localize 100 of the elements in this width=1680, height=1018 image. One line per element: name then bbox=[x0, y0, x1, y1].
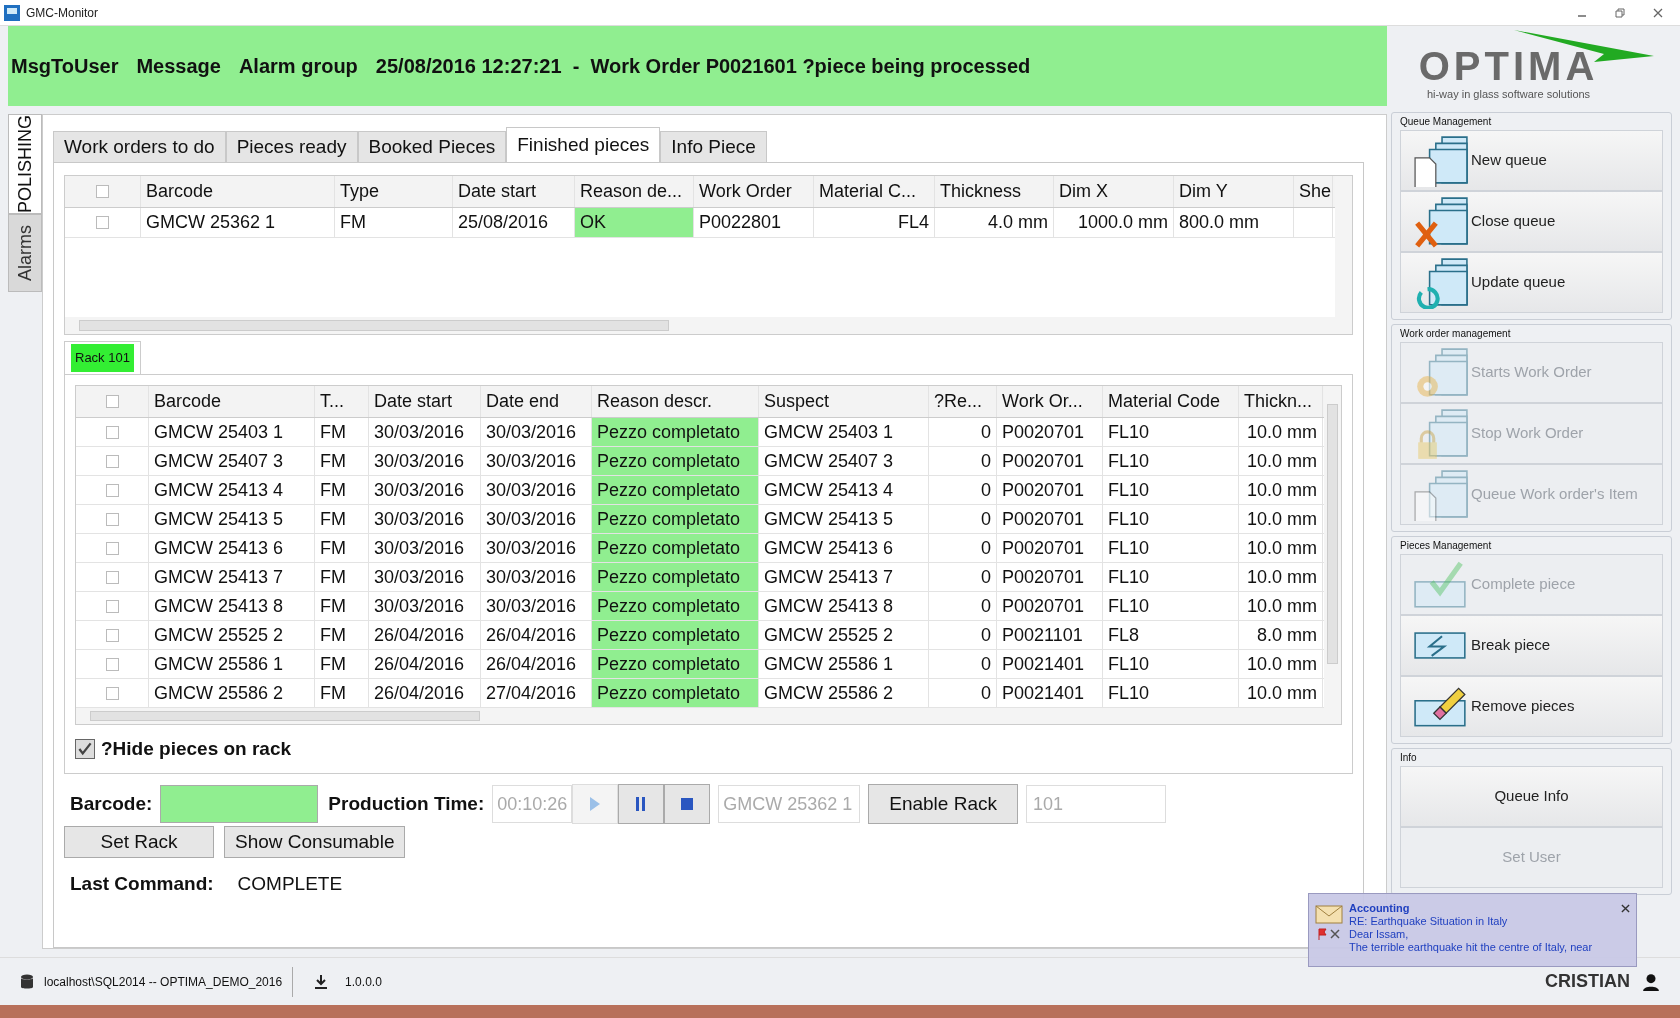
vertical-scrollbar[interactable] bbox=[1335, 176, 1352, 317]
table-cell: 30/03/2016 bbox=[369, 476, 481, 504]
pause-icon bbox=[636, 797, 647, 811]
table-cell: GMCW 25403 1 bbox=[759, 418, 929, 446]
app-icon bbox=[4, 4, 20, 21]
table-cell: FL10 bbox=[1103, 505, 1239, 533]
table-cell: 26/04/2016 bbox=[369, 650, 481, 678]
side-button[interactable]: Close queue bbox=[1400, 191, 1663, 252]
table-cell: 10.0 mm bbox=[1239, 563, 1323, 591]
side-button[interactable]: Queue Info bbox=[1400, 766, 1663, 827]
close-icon[interactable] bbox=[1652, 6, 1664, 19]
tab[interactable]: Info Piece bbox=[660, 131, 767, 163]
show-consumable-button[interactable]: Show Consumable bbox=[224, 826, 406, 858]
horizontal-scrollbar[interactable] bbox=[76, 708, 1341, 724]
side-tab[interactable]: POLISHING bbox=[8, 114, 42, 214]
column-header: Suspect bbox=[759, 386, 929, 417]
table-cell: GMCW 25413 8 bbox=[149, 592, 315, 620]
table-cell: 26/04/2016 bbox=[369, 621, 481, 649]
table-cell: 26/04/2016 bbox=[369, 679, 481, 707]
table-cell: 30/03/2016 bbox=[369, 447, 481, 475]
table-cell: 0 bbox=[929, 505, 997, 533]
table-cell: GMCW 25586 1 bbox=[759, 650, 929, 678]
column-header: Work Or... bbox=[997, 386, 1103, 417]
table-cell: Pezzo completato bbox=[592, 476, 759, 504]
table-cell: 1000.0 mm bbox=[1054, 208, 1174, 237]
tab[interactable]: Pieces ready bbox=[225, 131, 358, 163]
set-rack-button[interactable]: Set Rack bbox=[64, 826, 214, 858]
table-cell: 0 bbox=[929, 592, 997, 620]
enable-rack-button[interactable]: Enable Rack bbox=[868, 784, 1018, 824]
side-button[interactable]: Break piece bbox=[1400, 615, 1663, 676]
table-cell: FM bbox=[335, 208, 453, 237]
horizontal-scrollbar[interactable] bbox=[65, 317, 1352, 334]
stop-button[interactable] bbox=[664, 784, 711, 824]
checkbox[interactable] bbox=[105, 686, 119, 700]
table-cell: GMCW 25407 3 bbox=[149, 447, 315, 475]
table-cell: 0 bbox=[929, 679, 997, 707]
column-header: Reason descr. bbox=[592, 386, 759, 417]
checkbox[interactable] bbox=[105, 512, 119, 526]
side-button[interactable]: Update queue bbox=[1400, 252, 1663, 313]
checkbox[interactable] bbox=[105, 599, 119, 613]
column-header: Material C... bbox=[814, 176, 935, 207]
table-cell: GMCW 25403 1 bbox=[149, 418, 315, 446]
table-cell: P0020701 bbox=[997, 418, 1103, 446]
rack-tab[interactable]: Rack 101 bbox=[64, 341, 141, 375]
close-icon[interactable] bbox=[1621, 904, 1630, 913]
pause-button[interactable] bbox=[618, 784, 665, 824]
mail-preview: Dear Issam, bbox=[1349, 928, 1410, 941]
table-cell: Pezzo completato bbox=[592, 621, 759, 649]
table-cell: P0022801 bbox=[694, 208, 814, 237]
restore-icon[interactable] bbox=[1614, 6, 1626, 19]
table-cell: GMCW 25413 5 bbox=[149, 505, 315, 533]
table-cell: Pezzo completato bbox=[592, 592, 759, 620]
tab[interactable]: Work orders to do bbox=[53, 131, 226, 163]
checkbox[interactable] bbox=[96, 216, 109, 229]
side-button[interactable]: New queue bbox=[1400, 130, 1663, 191]
table-cell: 10.0 mm bbox=[1239, 650, 1323, 678]
table-cell: 10.0 mm bbox=[1239, 592, 1323, 620]
checkbox[interactable] bbox=[96, 185, 109, 198]
table-cell: GMCW 25362 1 bbox=[141, 208, 335, 237]
column-header: Thickness bbox=[935, 176, 1054, 207]
logo-text: OPTIMA bbox=[1418, 45, 1599, 86]
group-title: Info bbox=[1400, 751, 1418, 765]
checkbox[interactable] bbox=[105, 425, 119, 439]
banner-text: Message bbox=[136, 54, 221, 79]
barcode-field[interactable] bbox=[160, 785, 319, 823]
flag-icon[interactable] bbox=[1317, 928, 1341, 940]
group-title: Work order management bbox=[1400, 327, 1512, 341]
table-cell: 30/03/2016 bbox=[369, 505, 481, 533]
tab[interactable]: Booked Pieces bbox=[357, 131, 507, 163]
checkbox[interactable] bbox=[105, 570, 119, 584]
checkbox[interactable] bbox=[105, 483, 119, 497]
checkbox[interactable] bbox=[105, 395, 119, 408]
checkbox[interactable] bbox=[105, 657, 119, 671]
table-cell: Pezzo completato bbox=[592, 418, 759, 446]
side-tab[interactable]: Alarms bbox=[8, 214, 42, 292]
mail-preview: The terrible earthquake hit the centre of Italy, near bbox=[1349, 941, 1594, 954]
table-cell: 10.0 mm bbox=[1239, 447, 1323, 475]
checkbox[interactable] bbox=[105, 454, 119, 468]
side-button[interactable]: Remove pieces bbox=[1400, 676, 1663, 737]
group-title: Pieces Management bbox=[1400, 539, 1493, 553]
column-header: Thickn... bbox=[1239, 386, 1323, 417]
checkbox[interactable] bbox=[105, 541, 119, 555]
checkbox[interactable] bbox=[75, 739, 95, 760]
mail-subject: RE: Earthquake Situation in Italy bbox=[1349, 915, 1509, 928]
stop-icon bbox=[681, 798, 694, 810]
tab[interactable]: Finished pieces bbox=[506, 127, 661, 163]
table-cell: P0021401 bbox=[997, 650, 1103, 678]
window-title: GMC-Monitor bbox=[26, 4, 98, 22]
table-cell: FL8 bbox=[1103, 621, 1239, 649]
table-cell: P0020701 bbox=[997, 563, 1103, 591]
column-header: Dim X bbox=[1054, 176, 1174, 207]
table-cell: GMCW 25413 4 bbox=[149, 476, 315, 504]
table-cell: 30/03/2016 bbox=[369, 592, 481, 620]
column-header: Material Code bbox=[1103, 386, 1239, 417]
field-label: Last Command: bbox=[70, 872, 214, 896]
vertical-scrollbar[interactable] bbox=[1324, 386, 1341, 708]
table-cell: GMCW 25586 2 bbox=[149, 679, 315, 707]
checkbox[interactable] bbox=[105, 628, 119, 642]
checkbox-label: ?Hide pieces on rack bbox=[101, 737, 292, 761]
table-cell: FM bbox=[315, 418, 369, 446]
